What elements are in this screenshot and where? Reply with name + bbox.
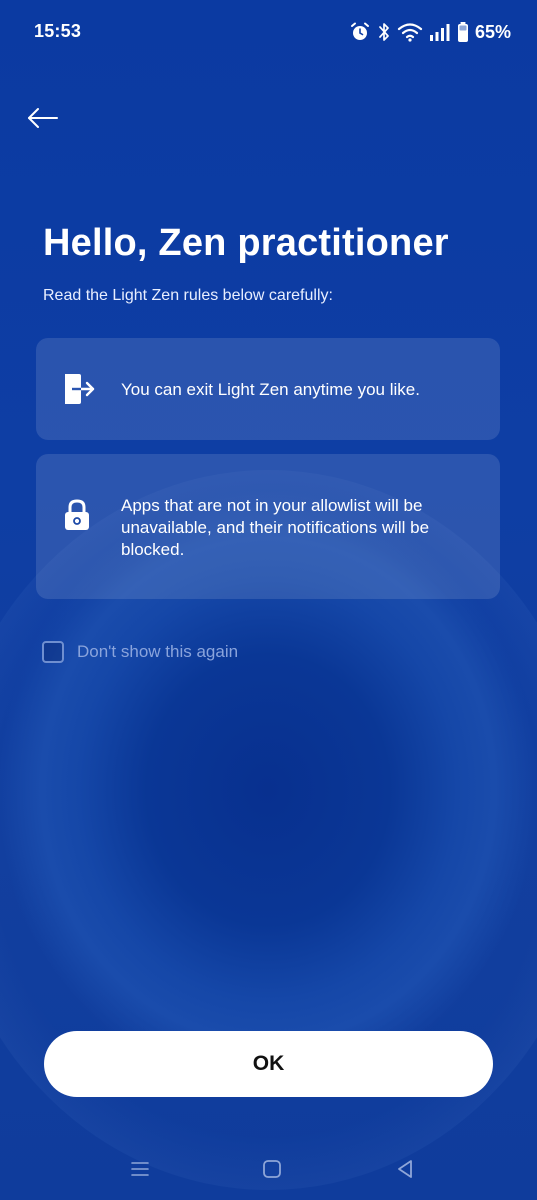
- page-subtitle: Read the Light Zen rules below carefully…: [43, 287, 333, 304]
- lock-icon: [62, 498, 92, 537]
- dont-show-again-checkbox[interactable]: [42, 641, 64, 663]
- status-bar: 15:53 65%: [0, 0, 537, 64]
- recent-apps-button[interactable]: [120, 1156, 160, 1186]
- wifi-icon: [397, 21, 423, 43]
- home-icon: [261, 1158, 283, 1185]
- back-arrow-icon: [25, 106, 59, 135]
- alarm-icon: [349, 21, 371, 43]
- status-time: 15:53: [34, 21, 82, 41]
- exit-icon: [62, 372, 96, 411]
- light-zen-rules-screen: 15:53 65% Hello, Zen practitioner Read t…: [0, 0, 537, 1200]
- ok-button[interactable]: OK: [44, 1031, 493, 1097]
- home-button[interactable]: [252, 1156, 292, 1186]
- back-button[interactable]: [22, 100, 62, 140]
- status-icons: 65%: [349, 19, 511, 45]
- nav-back-button[interactable]: [385, 1156, 425, 1186]
- bluetooth-icon: [377, 21, 391, 43]
- rule-text-exit: You can exit Light Zen anytime you like.: [121, 380, 420, 399]
- rule-text-allowlist: Apps that are not in your allowlist will…: [121, 496, 430, 559]
- rule-card-exit: You can exit Light Zen anytime you like.: [36, 338, 500, 440]
- page-title: Hello, Zen practitioner: [43, 222, 449, 264]
- back-icon: [394, 1158, 416, 1185]
- rule-card-allowlist: Apps that are not in your allowlist will…: [36, 454, 500, 599]
- navigation-bar: [0, 1140, 537, 1200]
- recent-apps-icon: [129, 1158, 151, 1185]
- dont-show-again-row[interactable]: Don't show this again: [42, 641, 238, 663]
- signal-icon: [429, 21, 451, 43]
- dont-show-again-label: Don't show this again: [77, 642, 239, 661]
- battery-percent: 65%: [474, 21, 511, 42]
- battery-icon: [457, 21, 469, 43]
